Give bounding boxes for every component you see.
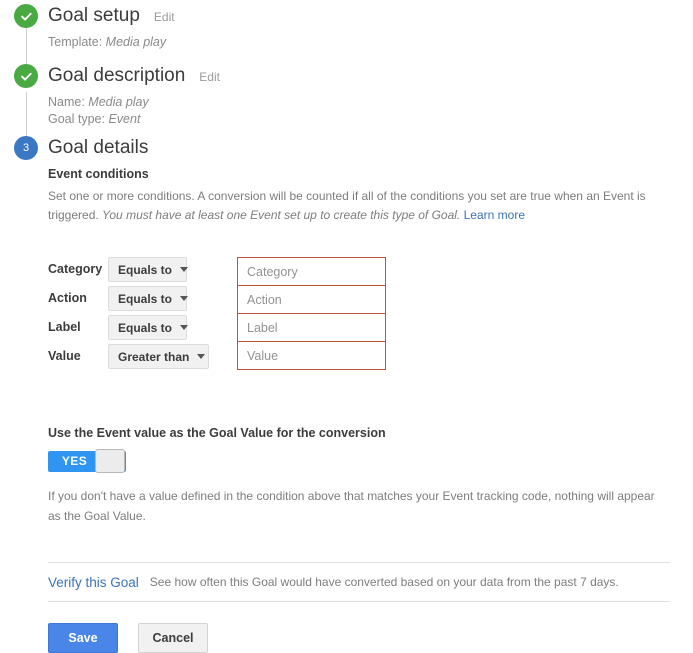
chevron-down-icon	[180, 267, 189, 272]
step-number-badge: 3	[14, 136, 38, 160]
helper-italic-lead: You	[102, 208, 123, 222]
step-complete-icon	[14, 4, 38, 28]
toggle-on-label: YES	[61, 454, 88, 468]
divider-bottom	[48, 601, 670, 602]
condition-operator-label[interactable]: Equals to	[108, 315, 189, 340]
step-complete-icon	[14, 64, 38, 88]
verify-this-goal-link[interactable]: Verify this Goal	[48, 575, 139, 590]
condition-operator-label-label: Equals to	[118, 320, 173, 335]
goal-details-body: Event conditions Set one or more conditi…	[48, 167, 678, 653]
step-title-goal-setup: Goal setup	[48, 5, 140, 26]
chevron-down-icon	[180, 325, 189, 330]
cancel-button[interactable]: Cancel	[138, 623, 208, 653]
goal-name-line: Name: Media play	[48, 94, 220, 111]
edit-link-goal-description[interactable]: Edit	[199, 65, 220, 89]
condition-input-category[interactable]	[237, 257, 386, 286]
condition-label-category: Category	[48, 262, 103, 276]
checkmark-icon	[20, 12, 32, 21]
verify-row: Verify this Goal See how often this Goal…	[48, 563, 678, 601]
step-goal-details: 3 Goal details	[0, 136, 148, 160]
condition-operator-category[interactable]: Equals to	[108, 257, 189, 282]
step-subtext-goal-setup: Template: Media play	[48, 34, 175, 51]
checkmark-icon	[20, 72, 32, 81]
step-title-goal-details: Goal details	[48, 137, 149, 158]
condition-operator-wrap-value: Greater than	[108, 342, 218, 369]
event-conditions-heading: Event conditions	[48, 167, 149, 181]
goal-name-value: Media play	[88, 95, 149, 109]
condition-operator-value[interactable]: Greater than	[108, 344, 209, 369]
step-goal-setup: Goal setup Edit Template: Media play	[0, 4, 175, 51]
condition-label-value: Value	[48, 349, 81, 363]
edit-link-goal-setup[interactable]: Edit	[154, 5, 175, 29]
verify-section: Verify this Goal See how often this Goal…	[48, 562, 678, 602]
chevron-down-icon	[197, 354, 206, 359]
step-number: 3	[22, 141, 30, 154]
verify-description: See how often this Goal would have conve…	[149, 575, 619, 589]
goal-type-line: Goal type: Event	[48, 111, 220, 128]
template-label: Template:	[48, 35, 106, 49]
event-value-helper: If you don't have a value defined in the…	[48, 489, 655, 523]
condition-operator-label-value: Greater than	[118, 349, 190, 364]
step-title-goal-description: Goal description	[48, 65, 186, 86]
condition-input-action[interactable]	[237, 285, 386, 314]
goal-type-value: Event	[108, 112, 141, 126]
condition-operator-label-action: Equals to	[118, 291, 173, 306]
goal-name-label: Name:	[48, 95, 89, 109]
event-conditions-helper: Set one or more conditions. A conversion…	[48, 187, 673, 225]
helper-italic-rest: must have at least one Event set up to c…	[126, 208, 461, 222]
chevron-down-icon	[180, 296, 189, 301]
save-button[interactable]: Save	[48, 623, 118, 653]
event-value-section: Use the Event value as the Goal Value fo…	[48, 426, 678, 526]
condition-input-value[interactable]	[237, 341, 386, 370]
goal-type-label: Goal type:	[48, 112, 109, 126]
toggle-knob[interactable]	[95, 449, 125, 473]
event-value-toggle[interactable]: YES	[48, 449, 126, 473]
condition-input-label[interactable]	[237, 313, 386, 342]
step-goal-description: Goal description Edit Name: Media play G…	[0, 64, 220, 128]
condition-operator-label-category: Equals to	[118, 262, 173, 277]
condition-label-action: Action	[48, 291, 87, 305]
condition-operator-wrap-category: Equals to	[108, 255, 218, 282]
learn-more-link[interactable]: Learn more	[464, 208, 525, 222]
condition-operator-wrap-label: Equals to	[108, 313, 218, 340]
event-value-heading: Use the Event value as the Goal Value fo…	[48, 426, 386, 440]
condition-inputs-stack	[237, 257, 386, 370]
condition-operator-action[interactable]: Equals to	[108, 286, 189, 311]
template-value: Media play	[105, 35, 167, 49]
form-actions: Save Cancel	[48, 623, 678, 653]
step-subtext-goal-description: Name: Media play Goal type: Event	[48, 94, 220, 128]
conditions-table: Category Equals to Action Equals to Labe…	[48, 255, 678, 371]
condition-label-label: Label	[48, 320, 81, 334]
condition-operator-wrap-action: Equals to	[108, 284, 218, 311]
